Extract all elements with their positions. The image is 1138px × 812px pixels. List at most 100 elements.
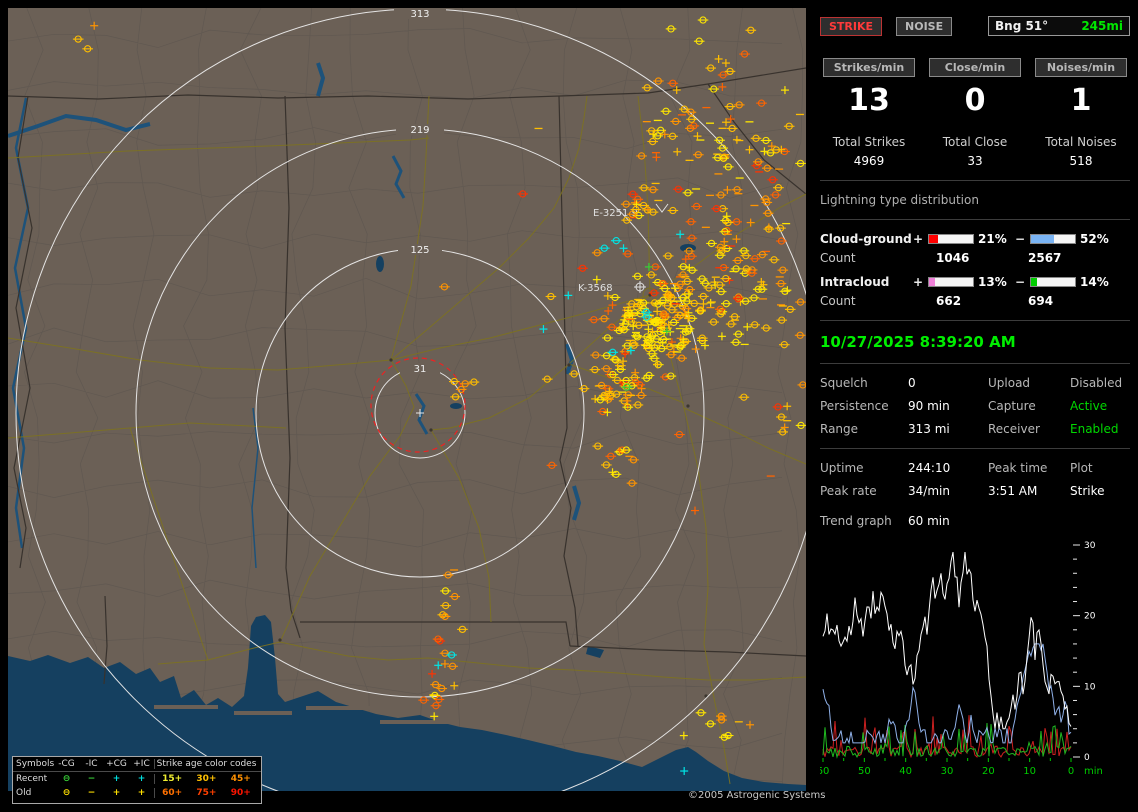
- map-canvas[interactable]: 313 219 125 31 E-3251 9 K-3568: [8, 8, 806, 791]
- upload-status: Disabled: [1070, 376, 1130, 390]
- legend-strike-symbol-icon: +: [104, 774, 129, 784]
- ic-neg-percent: 14%: [1080, 275, 1114, 289]
- copyright-text: ©2005 Astrogenic Systems: [688, 790, 825, 801]
- cg-pos-count: 1046: [936, 251, 1028, 265]
- trend-graph: 30201006050403020100min: [820, 540, 1122, 780]
- noises-rate-column: Noises/min 1 Total Noises 518: [1032, 58, 1130, 168]
- plot-label: Plot: [1070, 461, 1130, 475]
- legend-strike-symbol-icon: −: [79, 788, 104, 798]
- squelch-label: Squelch: [820, 376, 908, 390]
- total-strikes-label: Total Strikes: [833, 135, 906, 149]
- ic-neg-bar: [1030, 277, 1076, 287]
- legend-age-codes: 15+30+45+: [154, 774, 258, 784]
- app-window: 313 219 125 31 E-3251 9 K-3568: [0, 0, 1138, 812]
- strikes-per-min-value: 13: [848, 77, 890, 121]
- legend-strike-symbol-icon: +: [129, 774, 154, 784]
- trend-window-value: 60 min: [908, 514, 950, 528]
- ic-pos-bar: [928, 277, 974, 287]
- legend-strike-symbol-icon: +: [104, 788, 129, 798]
- strike-mode-button[interactable]: STRIKE: [820, 17, 882, 36]
- receiver-label: Receiver: [988, 422, 1070, 436]
- close-per-min-button[interactable]: Close/min: [929, 58, 1021, 77]
- capture-status: Active: [1070, 399, 1130, 413]
- cg-neg-bar: [1030, 234, 1076, 244]
- ic-pos-bar-fill: [929, 278, 935, 286]
- legend-row-label: Old: [16, 788, 54, 798]
- cg-neg-count: 2567: [1028, 251, 1061, 265]
- y-axis-label: 10: [1084, 682, 1096, 692]
- range-value: 313 mi: [908, 422, 988, 436]
- count-label: Count: [820, 251, 936, 265]
- divider: [820, 219, 1130, 220]
- legend-age-codes: 60+75+90+: [154, 788, 258, 798]
- ic-pos-percent: 13%: [978, 275, 1012, 289]
- plus-sign: +: [912, 232, 924, 246]
- divider: [820, 363, 1130, 364]
- bearing-value: Bng 51°: [995, 19, 1048, 33]
- divider: [820, 448, 1130, 449]
- legend-rows: Recent⊖−++15+30+45+Old⊖−++60+75+90+: [13, 772, 261, 800]
- intracloud-row: Intracloud + 13% − 14%: [820, 275, 1130, 289]
- legend-age-code: 30+: [189, 774, 223, 784]
- ic-pos-count: 662: [936, 294, 1028, 308]
- trend-header: Trend graph 60 min: [820, 514, 1130, 528]
- sidebar: STRIKE NOISE Bng 51° 245mi Strikes/min 1…: [812, 8, 1138, 804]
- cg-pos-bar: [928, 234, 974, 244]
- noise-mode-button[interactable]: NOISE: [896, 17, 952, 36]
- divider: [820, 320, 1130, 321]
- capture-label: Capture: [988, 399, 1070, 413]
- cloud-ground-count-row: Count 1046 2567: [820, 251, 1130, 265]
- y-axis-label: 0: [1084, 753, 1090, 763]
- legend-age-title: Strike age color codes: [154, 759, 258, 769]
- x-axis-label: 40: [899, 766, 912, 777]
- receiver-settings: Squelch 0 Upload Disabled Persistence 90…: [820, 376, 1130, 436]
- persistence-label: Persistence: [820, 399, 908, 413]
- legend-row: Recent⊖−++15+30+45+: [13, 772, 261, 786]
- plus-sign: +: [912, 275, 924, 289]
- ic-neg-count: 694: [1028, 294, 1053, 308]
- upload-label: Upload: [988, 376, 1070, 390]
- y-axis-label: 30: [1084, 541, 1096, 551]
- mode-toolbar: STRIKE NOISE Bng 51° 245mi: [820, 16, 1130, 36]
- legend-row: Old⊖−++60+75+90+: [13, 786, 261, 800]
- count-label: Count: [820, 294, 936, 308]
- ic-neg-bar-fill: [1031, 278, 1037, 286]
- legend-strike-symbol-icon: +: [129, 788, 154, 798]
- total-close-label: Total Close: [943, 135, 1008, 149]
- intracloud-label: Intracloud: [820, 275, 912, 289]
- legend-row-label: Recent: [16, 774, 54, 784]
- total-noises-value: 518: [1070, 154, 1093, 168]
- map-legend: Symbols -CG -IC +CG +IC Strike age color…: [12, 756, 262, 804]
- strikes-per-min-button[interactable]: Strikes/min: [823, 58, 915, 77]
- x-axis-label: 20: [982, 766, 995, 777]
- strike-map[interactable]: 313 219 125 31 E-3251 9 K-3568: [8, 8, 806, 791]
- intracloud-count-row: Count 662 694: [820, 294, 1130, 308]
- total-strikes-value: 4969: [854, 154, 885, 168]
- legend-col-neg-ic: -IC: [79, 759, 104, 769]
- persistence-value: 90 min: [908, 399, 988, 413]
- cg-pos-percent: 21%: [978, 232, 1012, 246]
- x-axis-label: 0: [1068, 766, 1074, 777]
- peak-time-value: 3:51 AM: [988, 484, 1070, 498]
- x-axis-label: 10: [1023, 766, 1036, 777]
- receiver-status: Enabled: [1070, 422, 1130, 436]
- legend-col-pos-cg: +CG: [104, 759, 129, 769]
- bearing-range-value: 245mi: [1081, 19, 1123, 33]
- legend-age-code: 90+: [224, 788, 258, 798]
- close-rate-column: Close/min 0 Total Close 33: [926, 58, 1024, 168]
- plot-mode-value: Strike: [1070, 484, 1130, 498]
- legend-strike-symbol-icon: ⊖: [54, 788, 79, 798]
- noises-per-min-button[interactable]: Noises/min: [1035, 58, 1127, 77]
- cloud-ground-label: Cloud-ground: [820, 232, 912, 246]
- ring-label-125: 125: [410, 245, 429, 256]
- ring-label-31: 31: [414, 364, 427, 375]
- total-noises-label: Total Noises: [1045, 135, 1116, 149]
- uptime-label: Uptime: [820, 461, 908, 475]
- peak-rate-label: Peak rate: [820, 484, 908, 498]
- trend-series-strike: [823, 552, 1071, 729]
- rate-panels: Strikes/min 13 Total Strikes 4969 Close/…: [820, 58, 1130, 168]
- minus-sign: −: [1014, 232, 1026, 246]
- legend-strike-symbol-icon: −: [79, 774, 104, 784]
- uptime-value: 244:10: [908, 461, 988, 475]
- x-axis-label: 60: [820, 766, 829, 777]
